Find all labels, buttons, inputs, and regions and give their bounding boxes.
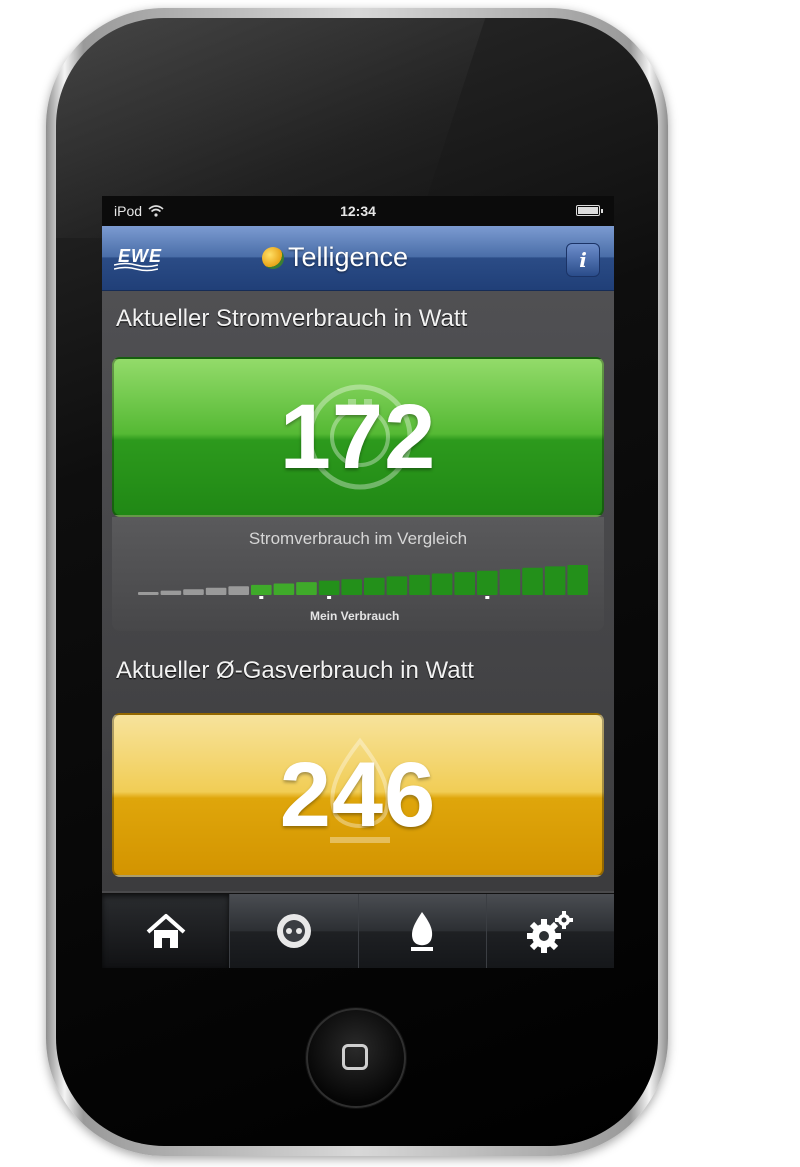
status-bar: iPod 12:34	[102, 196, 614, 226]
comparison-segment	[409, 574, 430, 595]
comparison-segment	[544, 566, 566, 595]
home-button[interactable]	[306, 1008, 406, 1108]
power-comparison-panel: Stromverbrauch im Vergleich Mein Verbrau…	[112, 517, 604, 631]
power-value: 172	[279, 385, 437, 488]
tab-home[interactable]	[102, 894, 231, 968]
comparison-tick	[485, 596, 490, 599]
comparison-segment	[341, 579, 362, 595]
comparison-tick	[327, 596, 332, 599]
home-icon	[146, 914, 185, 948]
comparison-segment	[183, 589, 204, 595]
flame-icon	[411, 912, 434, 951]
gas-section-title: Aktueller Ø-Gasverbrauch in Watt	[116, 657, 474, 684]
comparison-segment	[251, 584, 272, 595]
comparison-segment	[228, 586, 249, 595]
comparison-segment	[205, 587, 227, 595]
power-section-title: Aktueller Stromverbrauch in Watt	[116, 305, 468, 332]
gas-meter[interactable]: 246	[112, 713, 604, 877]
comparison-segment	[431, 573, 453, 595]
app-brand: Telligence	[262, 242, 408, 273]
gas-value: 246	[279, 743, 437, 846]
comparison-segment	[477, 570, 498, 595]
tab-bar	[102, 893, 614, 968]
comparison-segment	[499, 569, 521, 595]
comparison-title: Stromverbrauch im Vergleich	[248, 529, 468, 548]
comparison-segment	[454, 572, 475, 595]
battery-icon	[576, 205, 603, 216]
info-button[interactable]: i	[566, 243, 600, 277]
comparison-segment	[318, 580, 340, 595]
comparison-segment	[364, 577, 385, 595]
app-title: Telligence	[288, 242, 409, 272]
telligence-logo-icon	[262, 246, 284, 269]
comparison-level-bar	[138, 565, 588, 599]
comparison-segment	[386, 576, 408, 595]
comparison-segment	[273, 583, 295, 595]
comparison-tick	[259, 596, 264, 599]
home-button-icon	[342, 1044, 368, 1070]
comparison-segment	[296, 582, 317, 595]
comparison-segment	[567, 565, 588, 595]
my-consumption-label: Mein Verbrauch	[310, 609, 400, 623]
screen: iPod 12:34 EWE Telligence i Aktueller St…	[102, 196, 614, 968]
tab-gas[interactable]	[359, 894, 487, 968]
power-meter[interactable]: 172	[112, 357, 604, 517]
tab-settings[interactable]	[487, 894, 614, 968]
tab-power[interactable]	[230, 894, 359, 968]
app-header: EWE Telligence i	[102, 226, 614, 291]
dashboard-content: Aktueller Stromverbrauch in Watt 172 Str…	[102, 291, 614, 891]
ewe-logo-waves	[114, 262, 158, 272]
comparison-segment	[522, 567, 543, 595]
plug-icon	[276, 914, 311, 948]
status-time: 12:34	[340, 203, 376, 219]
comparison-segment	[138, 592, 159, 595]
comparison-segment	[160, 590, 182, 595]
gear-icon	[527, 911, 574, 953]
